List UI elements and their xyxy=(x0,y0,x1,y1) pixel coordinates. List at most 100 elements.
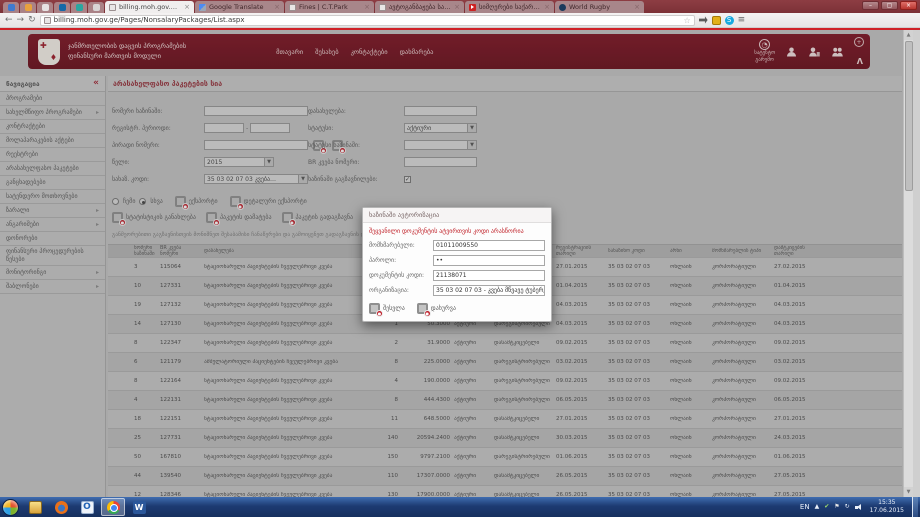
browser-tab[interactable]: billing.moh.gov.ge/Page…× xyxy=(105,1,194,13)
taskbar-app-explorer[interactable] xyxy=(23,498,47,516)
action-icon[interactable]: ● xyxy=(282,212,293,223)
show-desktop-button[interactable] xyxy=(912,497,918,517)
scrollbar-thumb[interactable] xyxy=(905,41,913,191)
browser-tab[interactable]: სიმღერები საქართ…× xyxy=(465,1,554,13)
filter-select[interactable]: 35 03 02 07 03 კვება…▼ xyxy=(204,174,308,184)
dialog-field-input[interactable]: 21138071 xyxy=(433,270,545,281)
table-row[interactable]: ●44139540სტაციონარული პაციენტების ჩვეულე… xyxy=(108,467,902,486)
sidebar-item[interactable]: სახელმწიფო პროგრამები▸ xyxy=(0,106,105,120)
tab-close-icon[interactable]: × xyxy=(544,4,550,11)
table-row[interactable]: ●8122164სტაციონარული პაციენტების ჩვეულებ… xyxy=(108,372,902,391)
filter-input[interactable] xyxy=(204,106,308,116)
dialog-button-icon[interactable]: ● xyxy=(417,303,428,314)
sidebar-item[interactable]: არასახელფასო პაკეტები xyxy=(0,162,105,176)
table-row[interactable]: ●6121179ამბულატორიული პაციენტების ჩვეულე… xyxy=(108,353,902,372)
minimize-button[interactable]: – xyxy=(862,1,879,10)
scroll-up-arrow[interactable]: ▲ xyxy=(904,30,913,40)
browser-tab[interactable]: Fines | C.T.Park× xyxy=(285,1,374,13)
pinned-tab[interactable] xyxy=(3,2,19,13)
sidebar-item[interactable]: სატენდერო მოთხოვნები xyxy=(0,190,105,204)
user-profile-icon[interactable] xyxy=(785,46,798,58)
start-button[interactable] xyxy=(2,499,19,516)
sidebar-collapse-icon[interactable]: « xyxy=(93,79,99,88)
back-button[interactable]: ← xyxy=(5,16,13,25)
dialog-close-button[interactable]: ●დახურვა xyxy=(417,303,456,314)
export-button[interactable]: ●ექსპორტი xyxy=(175,196,218,207)
sidebar-item[interactable]: ზარალი▸ xyxy=(0,204,105,218)
globe-icon[interactable]: + xyxy=(854,37,864,47)
sidebar-item[interactable]: რეესტრები xyxy=(0,148,105,162)
browser-tab[interactable]: Google Translate× xyxy=(195,1,284,13)
forward-button[interactable]: → xyxy=(17,16,25,25)
package-action-button[interactable]: ●სტატისტიკის განახლება xyxy=(112,212,196,223)
pinned-tab[interactable] xyxy=(20,2,36,13)
table-row[interactable]: ●25127731სტაციონარული პაციენტების ჩვეულე… xyxy=(108,429,902,448)
bookmark-star-icon[interactable]: ☆ xyxy=(683,16,690,25)
sidebar-item[interactable]: მონიტორინგი▸ xyxy=(0,266,105,280)
scope-radio[interactable] xyxy=(139,198,146,205)
filter-select[interactable]: 2015▼ xyxy=(204,157,274,167)
taskbar-app-outlook[interactable]: O xyxy=(75,498,99,516)
sync-icon[interactable]: ↻ xyxy=(845,504,850,510)
taskbar-clock[interactable]: 15:35 17.06.2015 xyxy=(870,499,904,516)
user-group-icon[interactable] xyxy=(831,46,844,58)
sidebar-item[interactable]: მოლაპარაკების აქტები xyxy=(0,134,105,148)
sidebar-item[interactable]: განცხადებები xyxy=(0,176,105,190)
user-document-icon[interactable] xyxy=(808,46,821,58)
scroll-down-arrow[interactable]: ▼ xyxy=(904,487,913,497)
sidebar-item[interactable]: შაბლონები▸ xyxy=(0,280,105,294)
dialog-field-input[interactable]: 35 03 02 07 03 - კვება მწვავე ტუბერკულ… xyxy=(433,285,545,296)
nav-link-2[interactable]: კონტაქტები xyxy=(351,48,388,56)
filter-input[interactable] xyxy=(204,140,308,150)
nav-link-0[interactable]: მთავარი xyxy=(276,48,303,56)
browser-tab[interactable]: ავტოგანბაჟება სან…× xyxy=(375,1,464,13)
save-extension-icon[interactable] xyxy=(712,16,721,25)
sidebar-item[interactable]: პროგრამები xyxy=(0,92,105,106)
tab-close-icon[interactable]: × xyxy=(364,4,370,11)
flag-icon[interactable]: ⚑ xyxy=(834,504,839,510)
sidebar-item[interactable]: ფინანსური პროცედურების წესები xyxy=(0,246,105,266)
filter-input[interactable] xyxy=(404,157,477,167)
nav-link-1[interactable]: შესახებ xyxy=(315,48,338,56)
pinned-tab[interactable] xyxy=(37,2,53,13)
browser-tab[interactable]: World Rugby× xyxy=(555,1,644,13)
tab-close-icon[interactable]: × xyxy=(184,4,190,11)
action-icon[interactable]: ● xyxy=(112,212,123,223)
address-bar[interactable]: billing.moh.gov.ge/Pages/NonsalaryPackag… xyxy=(40,15,695,26)
filter-input-to[interactable] xyxy=(250,123,290,133)
tab-close-icon[interactable]: × xyxy=(634,4,640,11)
action-icon[interactable]: ● xyxy=(206,212,217,223)
sidebar-item[interactable]: დონორები xyxy=(0,232,105,246)
nav-link-3[interactable]: დახმარება xyxy=(400,48,434,56)
maximize-button[interactable]: ▢ xyxy=(881,1,898,10)
table-row[interactable]: ●8122347სტაციონარული პაციენტების ჩვეულებ… xyxy=(108,334,902,353)
package-action-button[interactable]: ●პაკეტის დამატება xyxy=(206,212,272,223)
package-action-button[interactable]: ●პაკეტის გადაგზავნა xyxy=(282,212,354,223)
collapse-header-chevron-icon[interactable]: ᐱ xyxy=(857,58,863,66)
filter-input-from[interactable] xyxy=(204,123,244,133)
language-indicator[interactable]: EN xyxy=(800,503,810,511)
skype-extension-icon[interactable]: S xyxy=(725,16,734,25)
dialog-button-icon[interactable]: ● xyxy=(369,303,380,314)
export-icon[interactable]: ● xyxy=(230,196,241,207)
pinned-tab[interactable] xyxy=(71,2,87,13)
table-row[interactable]: ●18122151სტაციონარული პაციენტების ჩვეულე… xyxy=(108,410,902,429)
dialog-login-button[interactable]: ●შესვლა xyxy=(369,303,405,314)
dialog-field-input[interactable]: •• xyxy=(433,255,545,266)
tab-close-icon[interactable]: × xyxy=(274,4,280,11)
taskbar-app-word[interactable]: W xyxy=(127,498,151,516)
filter-select[interactable]: ▼ xyxy=(404,140,477,150)
export-button[interactable]: ●დეტალური ექსპორტი xyxy=(230,196,307,207)
tab-close-icon[interactable]: × xyxy=(454,4,460,11)
action-center-icon[interactable]: ✔ xyxy=(824,504,829,510)
chrome-menu-icon[interactable]: ≡ xyxy=(738,16,746,25)
filter-select[interactable]: აქტიური▼ xyxy=(404,123,477,133)
table-row[interactable]: ●12128346სტაციონარული პაციენტების ჩვეულე… xyxy=(108,486,902,497)
page-scrollbar[interactable]: ▲ ▼ xyxy=(903,30,913,497)
taskbar-app-firefox[interactable] xyxy=(49,498,73,516)
sidebar-item[interactable]: კონტრაქტები xyxy=(0,120,105,134)
table-row[interactable]: ●50167810სტაციონარული პაციენტების ჩვეულე… xyxy=(108,448,902,467)
table-row[interactable]: ●4122131სტაციონარული პაციენტების ჩვეულებ… xyxy=(108,391,902,410)
export-icon[interactable]: ● xyxy=(175,196,186,207)
hidden-icons-arrow[interactable]: ▲ xyxy=(815,504,820,510)
